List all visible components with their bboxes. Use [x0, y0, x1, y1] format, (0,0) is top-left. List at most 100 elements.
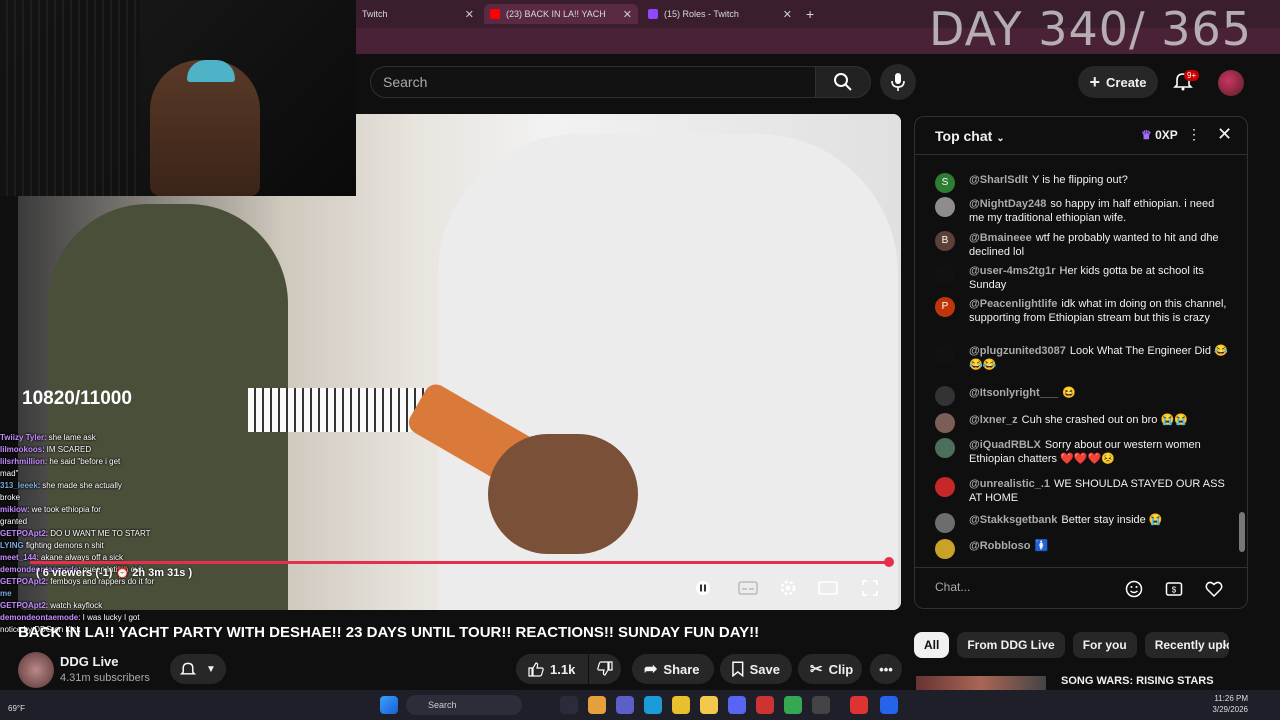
new-tab-icon[interactable]: + [800, 4, 820, 24]
clip-button[interactable]: ✂ Clip [798, 654, 862, 684]
close-tab-icon[interactable]: ✕ [623, 8, 632, 21]
share-button[interactable]: ➦ Share [632, 654, 714, 684]
chip-for-you[interactable]: For you [1072, 632, 1137, 658]
chat-text: Better stay inside 😭 [1061, 514, 1163, 526]
chat-line: 313_leeek: she made she actually [0, 481, 122, 490]
close-icon[interactable]: ✕ [1217, 124, 1232, 145]
edge-icon[interactable] [644, 696, 662, 714]
tab-label: Twitch [362, 9, 388, 19]
chevron-right-icon[interactable]: › [1222, 636, 1242, 656]
theater-mode-button[interactable] [816, 576, 840, 600]
close-tab-icon[interactable]: ✕ [783, 8, 792, 21]
avatar[interactable] [935, 438, 955, 458]
chat-author[interactable]: @Peacenlightlife [969, 298, 1057, 310]
emoji-icon[interactable] [1123, 578, 1145, 600]
pause-button[interactable] [692, 576, 714, 600]
chrome-icon[interactable] [672, 696, 690, 714]
recommended-video-thumbnail[interactable] [916, 676, 1046, 690]
avatar[interactable] [935, 264, 955, 284]
avatar[interactable] [935, 477, 955, 497]
like-button[interactable]: 1.1k [516, 654, 588, 684]
discord-icon[interactable] [728, 696, 746, 714]
fullscreen-button[interactable] [858, 576, 882, 600]
voice-search-button[interactable] [880, 64, 916, 100]
tab-twitch[interactable]: Twitch ✕ [356, 4, 480, 24]
dislike-button[interactable] [589, 654, 621, 684]
create-button[interactable]: + Create [1078, 66, 1158, 98]
chat-author[interactable]: @NightDay248 [969, 198, 1046, 210]
chat-author[interactable]: @Robbloso [969, 540, 1030, 552]
plus-icon: + [1089, 71, 1101, 92]
subscription-bell-button[interactable]: ▼ [170, 654, 226, 684]
tab-label: (23) BACK IN LA!! YACHT P [506, 9, 606, 19]
chat-line: Twiizy Tyler: she lame ask [0, 433, 96, 442]
chat-mode-dropdown[interactable]: Top chat ⌄ [935, 128, 1005, 144]
avatar[interactable] [935, 344, 955, 364]
weather-widget[interactable]: 69°F [8, 704, 25, 713]
app-icon[interactable] [880, 696, 898, 714]
super-chat-icon[interactable]: $ [1163, 578, 1185, 600]
avatar[interactable] [935, 197, 955, 217]
chat-author[interactable]: @iQuadRBLX [969, 439, 1041, 451]
youtube-favicon-icon [490, 9, 500, 19]
fullscreen-icon [862, 580, 878, 596]
windows-start-icon[interactable] [380, 696, 398, 714]
avatar[interactable] [935, 386, 955, 406]
chip-all[interactable]: All [914, 632, 950, 658]
tab-youtube-video[interactable]: (23) BACK IN LA!! YACHT P ✕ [484, 4, 638, 24]
search-button[interactable] [815, 66, 871, 98]
chat-more-icon[interactable]: ⋮ [1187, 126, 1201, 143]
chrome-active-icon[interactable] [784, 696, 802, 714]
chip-from-channel[interactable]: From DDG Live [957, 632, 1065, 658]
avatar[interactable] [935, 539, 955, 559]
chat-author[interactable]: @plugzunited3087 [969, 345, 1066, 357]
subtitles-icon [738, 581, 758, 595]
file-explorer-icon[interactable] [700, 696, 718, 714]
save-button[interactable]: Save [720, 654, 792, 684]
chat-author[interactable]: @SharlSdlt [969, 174, 1028, 186]
subtitles-button[interactable] [736, 576, 760, 600]
channel-avatar[interactable] [18, 652, 54, 688]
clip-label: Clip [828, 661, 854, 677]
search-input[interactable]: Search [370, 66, 816, 98]
goal-counter: 10820/11000 [22, 388, 132, 409]
chat-author[interactable]: @Stakksgetbank [969, 514, 1057, 526]
obs-icon[interactable] [812, 696, 830, 714]
avatar[interactable] [1218, 70, 1244, 96]
recommended-video-title[interactable]: SONG WARS: RISING STARS [1061, 675, 1214, 687]
twitch-chat-overlay: Twiizy Tyler: she lame ask lilmookoos: I… [0, 432, 230, 636]
xp-badge[interactable]: ♛ 0XP [1141, 128, 1178, 142]
chat-author[interactable]: @Itsonlyright___ [969, 387, 1058, 399]
task-view-icon[interactable] [560, 696, 578, 714]
chat-author[interactable]: @user-4ms2tg1r [969, 265, 1056, 277]
more-actions-button[interactable]: ••• [870, 654, 902, 684]
chat-scrollbar[interactable] [1239, 157, 1245, 561]
chat-input[interactable]: Chat... [935, 580, 970, 594]
taskbar-clock[interactable]: 11:26 PM 3/29/2026 [1200, 693, 1248, 715]
tab-twitch-roles[interactable]: (15) Roles - Twitch ✕ [642, 4, 798, 24]
heart-icon[interactable] [1203, 578, 1225, 600]
teams-icon[interactable] [616, 696, 634, 714]
avatar[interactable] [935, 513, 955, 533]
avatar[interactable]: S [935, 173, 955, 193]
avatar[interactable]: P [935, 297, 955, 317]
chat-author[interactable]: @Bmaineee [969, 232, 1032, 244]
scroll-thumb[interactable] [1239, 512, 1245, 552]
taskbar-search[interactable]: Search [406, 695, 522, 715]
avatar[interactable] [935, 413, 955, 433]
copilot-icon[interactable] [588, 696, 606, 714]
settings-button[interactable] [776, 576, 800, 600]
avatar[interactable]: B [935, 231, 955, 251]
scissors-icon: ✂ [810, 661, 823, 678]
chat-author[interactable]: @unrealistic_.1 [969, 478, 1050, 490]
close-tab-icon[interactable]: ✕ [465, 8, 474, 21]
viewer-count-overlay: ( 6 viewers (-1) ⏰ 2h 3m 31s ) [36, 567, 193, 579]
chevron-down-icon: ▼ [206, 663, 216, 675]
chip-recently-uploaded[interactable]: Recently uplo [1144, 632, 1229, 658]
video-progress-bar[interactable] [30, 561, 890, 564]
recording-app-icon[interactable] [850, 696, 868, 714]
chat-author[interactable]: @lxner_z [969, 414, 1018, 426]
app-icon[interactable] [756, 696, 774, 714]
channel-name[interactable]: DDG Live [60, 654, 119, 669]
chat-text: Cuh she crashed out on bro 😭😭 [1021, 414, 1188, 426]
